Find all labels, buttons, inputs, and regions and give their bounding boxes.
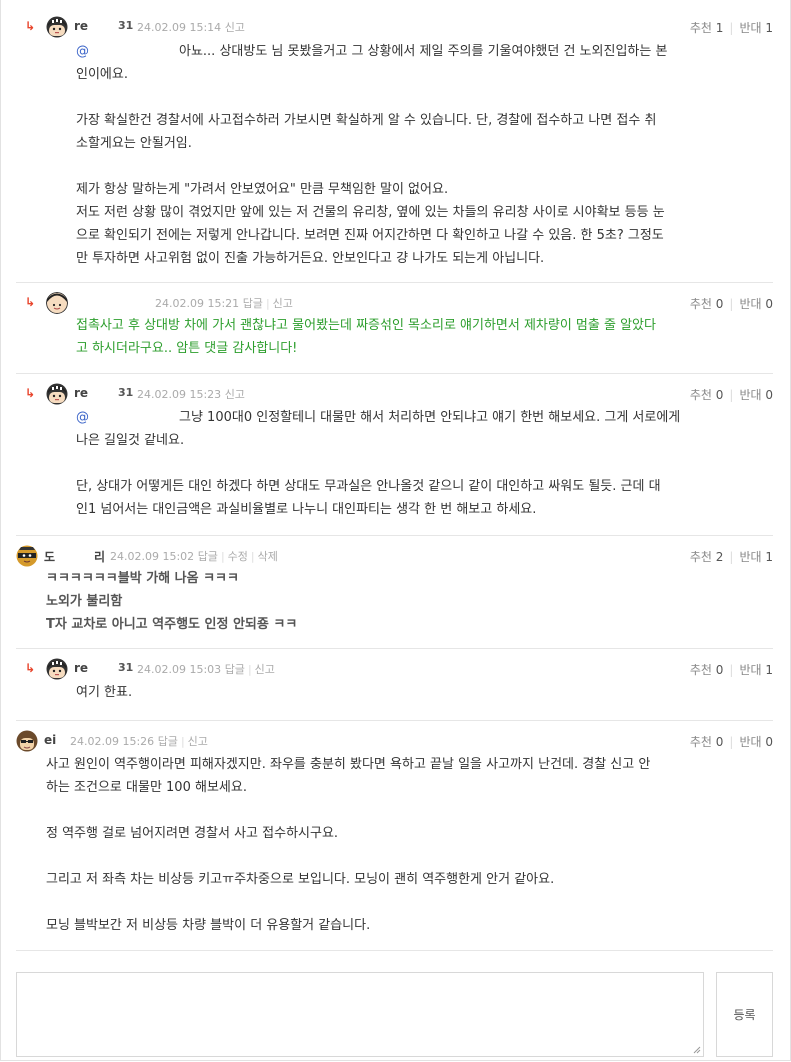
comment-date: 24.02.09 15:14 — [137, 21, 222, 34]
comment-date: 24.02.09 15:23 — [137, 388, 222, 401]
comment-date: 24.02.09 15:26 — [70, 735, 155, 748]
upvote-count: 0 — [715, 297, 724, 311]
upvote-button[interactable]: 추천 0 — [690, 735, 724, 749]
comment-date: 24.02.09 15:21 — [155, 297, 240, 310]
upvote-count: 0 — [715, 735, 724, 749]
downvote-button[interactable]: 반대 0 — [739, 735, 773, 749]
upvote-count: 2 — [715, 550, 724, 564]
avatar[interactable] — [46, 292, 68, 314]
reply-arrow-icon: ↳ — [25, 386, 36, 400]
author-nickname[interactable]: re — [74, 19, 88, 33]
downvote-button[interactable]: 반대 0 — [739, 388, 773, 402]
comment-reply: ↳ re 31 24.02.09 15:14 신고 추천 1 | 반대 1 @ 아뇨.… — [16, 6, 773, 283]
comment: 도 리 24.02.09 15:02 답글 | 수정 | 삭제 추천 2 | 반대 1 ㅋㅋ… — [16, 535, 773, 649]
report-link[interactable]: 신고 — [225, 388, 245, 401]
report-link[interactable]: 신고 — [255, 663, 275, 676]
upvote-button[interactable]: 추천 0 — [690, 297, 724, 311]
downvote-count: 0 — [765, 735, 773, 749]
vote-box: 추천 0 | 반대 1 — [689, 663, 773, 677]
downvote-count: 1 — [765, 550, 773, 564]
mention-link[interactable]: @ — [76, 410, 89, 425]
downvote-count: 0 — [765, 297, 773, 311]
downvote-button[interactable]: 반대 0 — [739, 297, 773, 311]
avatar[interactable] — [46, 16, 68, 38]
report-link[interactable]: 신고 — [273, 297, 293, 310]
upvote-button[interactable]: 추천 0 — [690, 663, 724, 677]
reply-arrow-icon: ↳ — [25, 295, 36, 309]
downvote-button[interactable]: 반대 1 — [739, 21, 773, 35]
reply-arrow-icon: ↳ — [25, 661, 36, 675]
delete-link[interactable]: 삭제 — [258, 550, 278, 563]
upvote-button[interactable]: 추천 0 — [690, 388, 724, 402]
downvote-button[interactable]: 반대 1 — [739, 663, 773, 677]
report-link[interactable]: 신고 — [225, 21, 245, 34]
comment-body: @ 그냥 100대0 인정할테니 대물만 해서 처리하면 안되냐고 얘기 한번 해… — [76, 410, 681, 517]
avatar[interactable] — [46, 658, 68, 680]
author-level: 31 — [118, 386, 134, 399]
edit-link[interactable]: 수정 — [228, 550, 248, 563]
comment-body: 사고 원인이 역주행이라면 피해자겠지만. 좌우를 충분히 봤다면 욕하고 끝날… — [46, 757, 651, 933]
comment-body: @ 아뇨... 상대방도 님 못봤을거고 그 상황에서 제일 주의를 기울여야했던… — [76, 44, 668, 266]
downvote-count: 1 — [765, 663, 773, 677]
vote-box: 추천 2 | 반대 1 — [689, 550, 773, 564]
avatar[interactable] — [46, 383, 68, 405]
mention-link[interactable]: @ — [76, 44, 89, 59]
comment-meta: 24.02.09 15:03 답글 | 신고 — [137, 663, 275, 676]
reply-link[interactable]: 답글 — [158, 735, 178, 748]
comment: ei 24.02.09 15:26 답글 | 신고 추천 0 | 반대 0 사고 원인이… — [16, 720, 773, 951]
comment-date: 24.02.09 15:02 — [110, 550, 195, 563]
reply-link[interactable]: 답글 — [198, 550, 218, 563]
comment-meta: 24.02.09 15:21 답글 | 신고 — [155, 297, 293, 310]
resize-handle-icon[interactable] — [693, 1046, 701, 1054]
comment-meta: 24.02.09 15:02 답글 | 수정 | 삭제 — [110, 550, 278, 563]
downvote-button[interactable]: 반대 1 — [739, 550, 773, 564]
downvote-count: 1 — [765, 21, 773, 35]
upvote-button[interactable]: 추천 1 — [690, 21, 724, 35]
author-level: 31 — [118, 661, 134, 674]
author-nickname[interactable]: 도 — [44, 548, 55, 565]
vote-box: 추천 0 | 반대 0 — [689, 297, 773, 311]
reply-link[interactable]: 답글 — [225, 663, 245, 676]
comment-reply: ↳ re 31 24.02.09 15:03 답글 | 신고 추천 0 | 반대 1 여… — [16, 648, 773, 721]
comment-reply: ↳ 24.02.09 15:21 답글 | 신고 추천 0 | 반대 0 접촉사고 후 … — [16, 282, 773, 374]
reply-link[interactable]: 답글 — [243, 297, 263, 310]
downvote-count: 0 — [765, 388, 773, 402]
avatar[interactable] — [16, 545, 38, 567]
comment-meta: 24.02.09 15:14 신고 — [137, 19, 245, 35]
comment-reply: ↳ re 31 24.02.09 15:23 신고 추천 0 | 반대 0 @ 그냥 … — [16, 373, 773, 536]
vote-box: 추천 1 | 반대 1 — [689, 21, 773, 35]
vote-box: 추천 0 | 반대 0 — [689, 388, 773, 402]
comment-body: 여기 한표. — [76, 685, 133, 700]
comment-body: ㅋㅋㅋㅋㅋㅋ블박 가해 나옴 ㅋㅋㅋ 노외가 불리함 T자 교차로 아니고 역주… — [46, 571, 298, 632]
vote-box: 추천 0 | 반대 0 — [689, 735, 773, 749]
comment-meta: 24.02.09 15:23 신고 — [137, 386, 245, 402]
avatar[interactable] — [16, 730, 38, 752]
upvote-count: 0 — [715, 388, 724, 402]
comment-date: 24.02.09 15:03 — [137, 663, 222, 676]
author-nickname[interactable]: re — [74, 661, 88, 675]
author-level: 31 — [118, 19, 134, 32]
comment-textarea[interactable] — [16, 972, 704, 1057]
author-nickname[interactable]: ei — [44, 733, 56, 747]
submit-button[interactable]: 등록 — [716, 972, 773, 1057]
upvote-button[interactable]: 추천 2 — [690, 550, 724, 564]
upvote-count: 1 — [715, 21, 724, 35]
author-nickname-suffix: 리 — [94, 550, 106, 564]
comment-body: 접촉사고 후 상대방 차에 가서 괜찮냐고 물어봤는데 짜증섞인 목소리로 얘기… — [76, 318, 656, 356]
reply-arrow-icon: ↳ — [25, 19, 36, 33]
comment-meta: 24.02.09 15:26 답글 | 신고 — [70, 735, 208, 748]
upvote-count: 0 — [715, 663, 724, 677]
author-nickname[interactable]: re — [74, 386, 88, 400]
report-link[interactable]: 신고 — [188, 735, 208, 748]
